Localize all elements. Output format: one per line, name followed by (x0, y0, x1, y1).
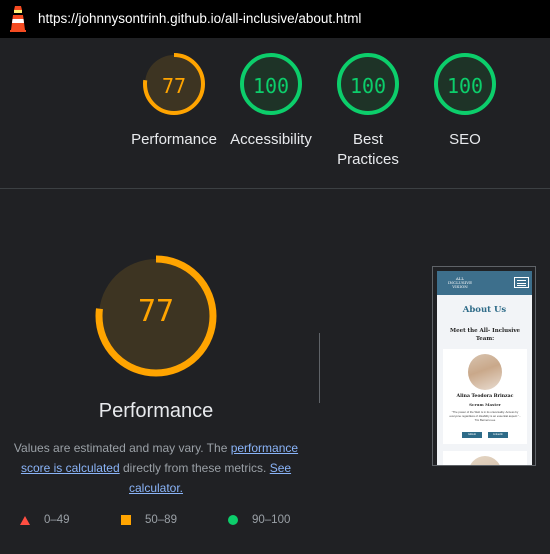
card-name: Alina Teodora Brinzac (456, 394, 514, 399)
desc-text: Values are estimated and may vary. The (13, 441, 231, 455)
team-card: Alina Teodora Brinzac Scrum Master "The … (443, 349, 527, 444)
github-button: GitHub (462, 432, 482, 438)
score-summary: 77 Performance 100 Accessibility 100 Bes… (0, 38, 550, 188)
label-accessibility: Accessibility (230, 131, 312, 148)
triangle-icon (20, 515, 30, 525)
card-buttons: GitHub LinkedIn (443, 432, 527, 438)
label-seo: SEO (449, 131, 481, 148)
score-performance: 77 (161, 74, 187, 98)
linkedin-button: LinkedIn (488, 432, 508, 438)
avatar (468, 456, 502, 465)
legend-range: 50–89 (145, 514, 177, 526)
legend-fail: 0–49 (20, 514, 70, 526)
square-icon (121, 515, 131, 525)
screenshot-page: ALL INCLUSIVE VISION About Us Meet the A… (437, 271, 532, 465)
vertical-divider (319, 333, 320, 403)
label-best-practices: Best Practices (337, 131, 399, 168)
page-screenshot-thumbnail[interactable]: ALL INCLUSIVE VISION About Us Meet the A… (432, 266, 536, 466)
lighthouse-icon (10, 6, 26, 32)
screenshot-navbar: ALL INCLUSIVE VISION (437, 271, 532, 295)
score-description: Values are estimated and may vary. The p… (10, 438, 302, 498)
browser-topbar: https://johnnysontrinh.github.io/all-inc… (0, 0, 550, 38)
score-best-practices: 100 (349, 74, 387, 98)
legend-range: 90–100 (252, 514, 291, 526)
legend-pass: 90–100 (228, 514, 290, 526)
section-divider (0, 188, 550, 189)
card-quote: "The power of the Web is in its universa… (449, 410, 521, 422)
screenshot-subtitle: Meet the All- Inclusive Team: (449, 328, 521, 342)
circle-icon (228, 515, 238, 525)
score-accessibility: 100 (252, 74, 290, 98)
desc-text-2: directly from these metrics. (119, 461, 270, 475)
screenshot-logo: ALL INCLUSIVE VISION (447, 276, 473, 289)
legend-range: 0–49 (44, 514, 70, 526)
hamburger-menu-icon (514, 277, 529, 288)
legend-average: 50–89 (121, 514, 177, 526)
performance-score-large: 77 (137, 294, 175, 329)
screenshot-title: About Us (462, 305, 507, 315)
score-seo: 100 (446, 74, 484, 98)
team-card (443, 451, 527, 465)
card-role: Scrum Master (469, 402, 501, 407)
page-url[interactable]: https://johnnysontrinh.github.io/all-inc… (38, 11, 361, 26)
performance-title: Performance (98, 400, 214, 422)
avatar (468, 354, 502, 390)
